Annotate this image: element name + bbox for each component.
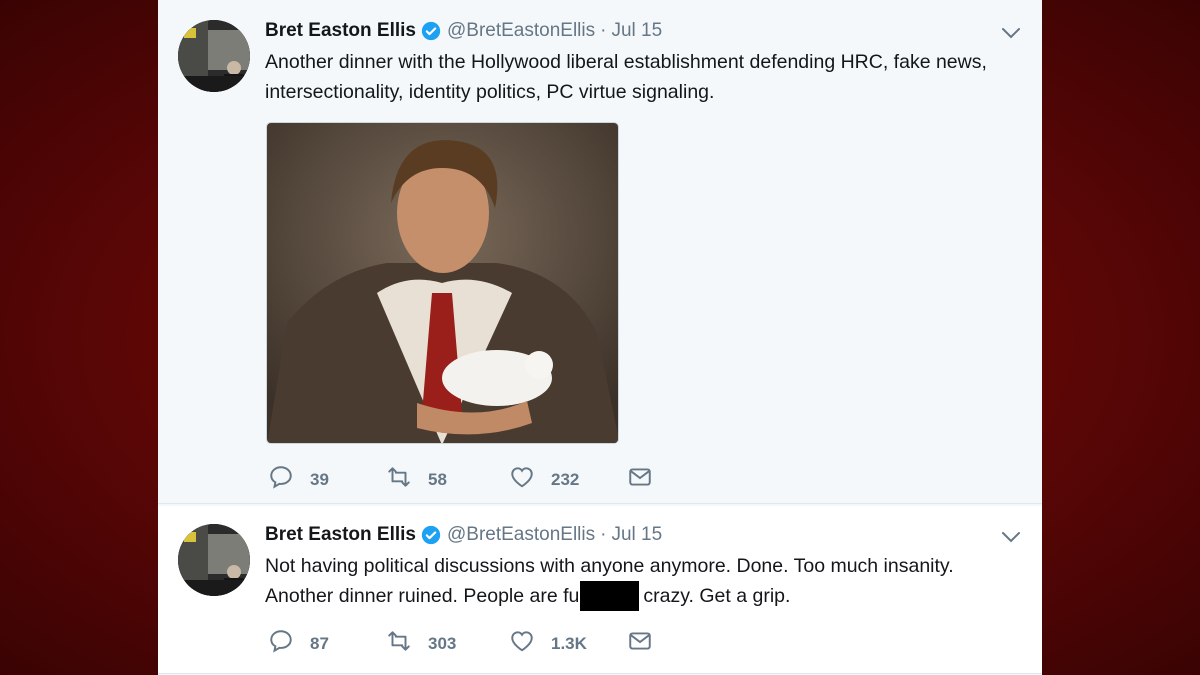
author-name[interactable]: Bret Easton Ellis — [265, 524, 416, 546]
reply-button[interactable]: 87 — [268, 628, 386, 659]
retweet-button[interactable]: 58 — [386, 464, 509, 495]
retweet-icon — [386, 628, 412, 659]
tweet-header: Bret Easton Ellis @BretEastonEllis · Jul… — [265, 524, 662, 546]
tweet-header: Bret Easton Ellis @BretEastonEllis · Jul… — [265, 20, 662, 42]
avatar[interactable] — [178, 524, 250, 596]
like-count: 232 — [551, 469, 580, 489]
tweet-photo[interactable] — [266, 122, 619, 444]
tweet[interactable]: Bret Easton Ellis @BretEastonEllis · Jul… — [158, 0, 1042, 504]
reply-icon — [268, 464, 294, 495]
like-icon — [509, 628, 535, 659]
author-handle[interactable]: @BretEastonEllis — [447, 20, 595, 42]
reply-count: 87 — [310, 633, 329, 653]
tweet-actions: 87 303 1.3K — [268, 628, 653, 659]
verified-badge-icon — [421, 525, 441, 545]
separator: · — [600, 524, 607, 545]
retweet-icon — [386, 464, 412, 495]
author-handle[interactable]: @BretEastonEllis — [447, 524, 595, 546]
direct-message-icon — [627, 628, 653, 659]
like-button[interactable]: 1.3K — [509, 628, 627, 659]
separator: · — [600, 20, 607, 41]
tweet-actions: 39 58 232 — [268, 464, 653, 495]
verified-badge-icon — [421, 21, 441, 41]
like-icon — [509, 464, 535, 495]
chevron-down-icon[interactable] — [1000, 22, 1022, 44]
reply-button[interactable]: 39 — [268, 464, 386, 495]
avatar[interactable] — [178, 20, 250, 92]
tweet[interactable]: Bret Easton Ellis @BretEastonEllis · Jul… — [158, 506, 1042, 674]
timeline: Bret Easton Ellis @BretEastonEllis · Jul… — [158, 0, 1042, 675]
tweet-date[interactable]: Jul 15 — [611, 524, 662, 546]
tweet-text-part: crazy. Get a grip. — [643, 585, 791, 607]
chevron-down-icon[interactable] — [1000, 526, 1022, 548]
like-button[interactable]: 232 — [509, 464, 627, 495]
direct-message-icon — [627, 464, 653, 495]
tweet-date[interactable]: Jul 15 — [611, 20, 662, 42]
reply-icon — [268, 628, 294, 659]
retweet-count: 303 — [428, 633, 457, 653]
author-name[interactable]: Bret Easton Ellis — [265, 20, 416, 42]
redaction-bar — [580, 581, 640, 611]
retweet-button[interactable]: 303 — [386, 628, 509, 659]
tweet-text: Another dinner with the Hollywood libera… — [265, 51, 987, 103]
tweet-text: Not having political discussions with an… — [265, 551, 1025, 611]
like-count: 1.3K — [551, 633, 587, 653]
direct-message-button[interactable] — [627, 628, 653, 659]
reply-count: 39 — [310, 469, 329, 489]
retweet-count: 58 — [428, 469, 447, 489]
direct-message-button[interactable] — [627, 464, 653, 495]
